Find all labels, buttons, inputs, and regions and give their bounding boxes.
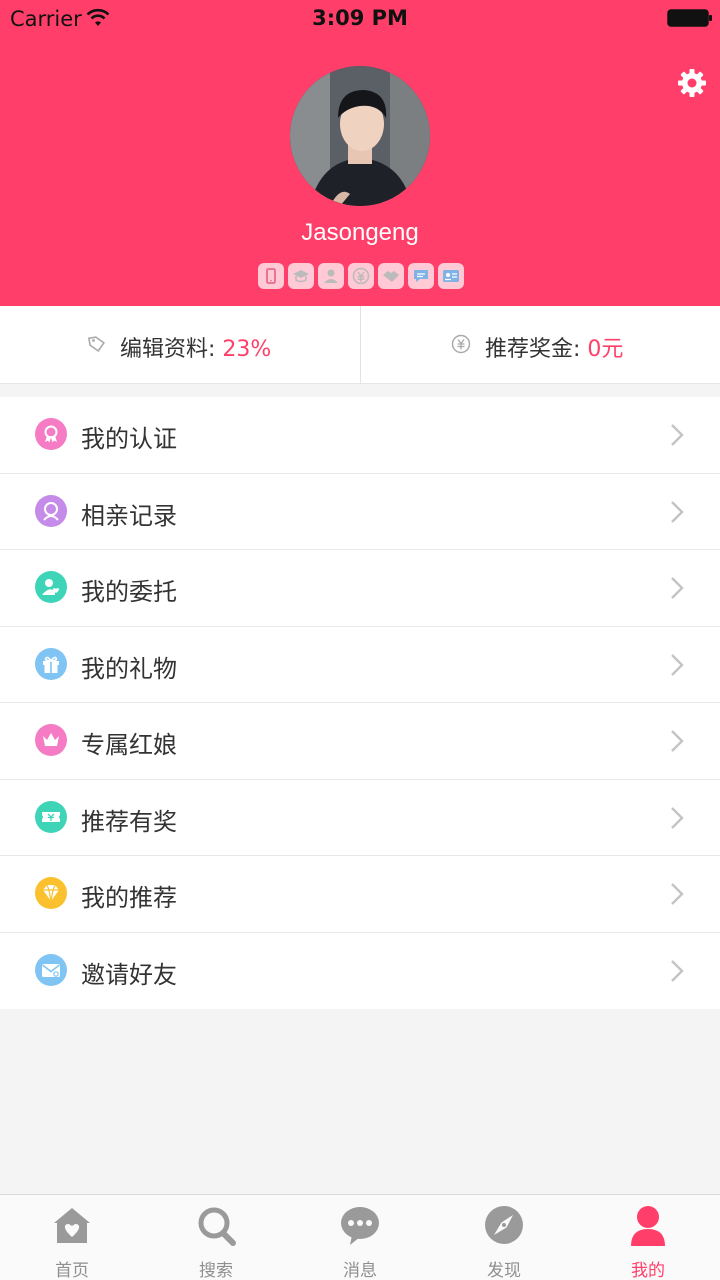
chevron-right-icon: [671, 730, 684, 752]
menu-item-gifts[interactable]: 我的礼物: [0, 627, 720, 703]
tab-label: 消息: [343, 1261, 377, 1280]
status-bar: Carrier 3:09 PM: [0, 0, 720, 40]
stats-bar: 编辑资料: 23% 推荐奖金: 0元: [0, 306, 720, 384]
person-icon: [35, 494, 67, 527]
ticket-icon: [35, 800, 67, 833]
menu-item-matchmaker[interactable]: 专属红娘: [0, 703, 720, 780]
menu-item-certification[interactable]: 我的认证: [0, 397, 720, 474]
yen-icon: [451, 334, 471, 354]
tab-label: 我的: [631, 1261, 665, 1280]
card-icon: [438, 263, 464, 289]
chevron-right-icon: [671, 500, 684, 523]
avatar-photo: [290, 66, 430, 206]
battery-icon: [667, 9, 712, 27]
handshake-icon: [378, 263, 404, 289]
ribbon-icon: [35, 418, 67, 450]
tab-discover[interactable]: 发现: [432, 1195, 576, 1280]
menu-item-entrust[interactable]: 我的委托: [0, 550, 720, 627]
user-heart-icon: [35, 571, 67, 603]
chevron-right-icon: [671, 883, 684, 905]
menu-item-dating-records[interactable]: 相亲记录: [0, 474, 720, 550]
tab-label: 首页: [55, 1261, 89, 1280]
menu-item-invite-friends[interactable]: 邀请好友: [0, 933, 720, 1010]
tag-icon: [87, 336, 106, 353]
menu-label: 我的推荐: [81, 884, 177, 912]
crown-icon: [35, 724, 67, 756]
edit-profile-label: 编辑资料:: [120, 337, 223, 362]
menu-list: 我的认证 相亲记录 我的委托 我的礼物 专属红娘 推荐有奖 我的推荐 邀请好友: [0, 397, 720, 1009]
chevron-right-icon: [671, 577, 684, 599]
mail-icon: [35, 953, 67, 986]
profile-icon: [631, 1206, 665, 1246]
username: Jasongeng: [301, 219, 419, 246]
referral-bonus-stat[interactable]: 推荐奖金: 0元: [360, 306, 720, 384]
menu-label: 我的委托: [81, 578, 177, 606]
chat-icon: [408, 263, 434, 289]
menu-label: 我的认证: [81, 425, 177, 453]
home-icon: [54, 1208, 90, 1243]
education-icon: [288, 263, 314, 289]
gift-icon: [35, 647, 67, 680]
clock: 3:09 PM: [312, 6, 408, 30]
menu-label: 专属红娘: [81, 731, 177, 759]
menu-label: 邀请好友: [81, 960, 177, 989]
gear-icon[interactable]: [677, 68, 707, 98]
menu-label: 我的礼物: [81, 654, 177, 683]
tab-messages[interactable]: 消息: [288, 1195, 432, 1280]
menu-item-referral-rewards[interactable]: 推荐有奖: [0, 780, 720, 856]
chevron-right-icon: [671, 959, 684, 982]
chevron-right-icon: [671, 424, 684, 446]
tab-home[interactable]: 首页: [0, 1195, 144, 1280]
tab-search[interactable]: 搜索: [144, 1195, 288, 1280]
menu-label: 推荐有奖: [81, 807, 177, 836]
phone-icon: [258, 263, 284, 289]
chevron-right-icon: [671, 653, 684, 676]
tab-bar: 首页 搜索 消息 发现 我的: [0, 1194, 720, 1280]
diamond-icon: [35, 877, 67, 909]
chevron-right-icon: [671, 806, 684, 829]
avatar[interactable]: [290, 66, 430, 206]
referral-bonus-label: 推荐奖金:: [485, 337, 588, 362]
compass-icon: [485, 1206, 523, 1244]
profile-header: Carrier 3:09 PM Jasongeng: [0, 0, 720, 306]
id-icon: [318, 263, 344, 289]
edit-profile-value: 23%: [222, 337, 272, 362]
tab-profile[interactable]: 我的: [576, 1195, 720, 1280]
verification-badges: [258, 263, 468, 289]
message-icon: [341, 1207, 379, 1245]
income-icon: [348, 263, 374, 289]
tab-label: 搜索: [199, 1261, 233, 1280]
referral-bonus-value: 0元: [587, 337, 624, 362]
menu-item-my-referrals[interactable]: 我的推荐: [0, 856, 720, 933]
edit-profile-stat[interactable]: 编辑资料: 23%: [0, 306, 360, 384]
search-icon: [198, 1207, 236, 1246]
menu-label: 相亲记录: [81, 501, 177, 530]
tab-label: 发现: [487, 1261, 521, 1280]
